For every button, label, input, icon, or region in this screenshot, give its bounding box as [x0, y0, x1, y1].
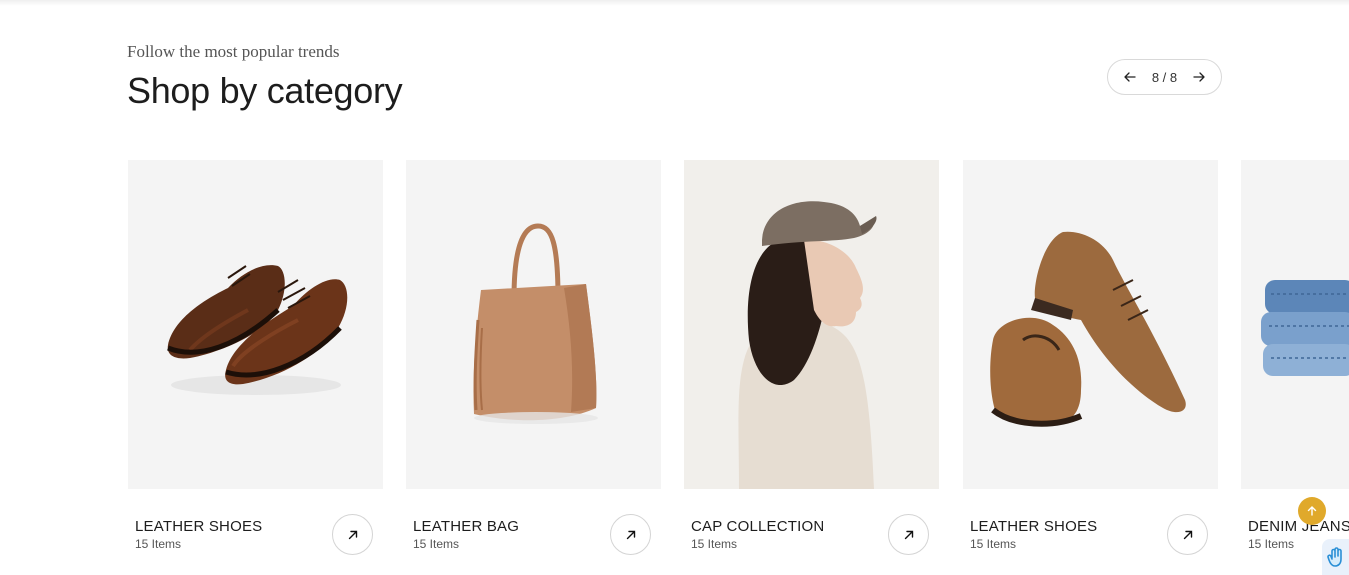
- category-image[interactable]: [1241, 160, 1349, 489]
- carousel-pager: 8 / 8: [1107, 59, 1222, 95]
- open-category-button[interactable]: [888, 514, 929, 555]
- chat-widget[interactable]: [1322, 539, 1349, 575]
- category-card[interactable]: LEATHER SHOES 15 Items: [963, 160, 1218, 575]
- section-title: Shop by category: [127, 70, 403, 111]
- arrow-up-icon: [1307, 506, 1317, 516]
- header-shadow: [0, 0, 1349, 6]
- category-image[interactable]: [406, 160, 661, 489]
- category-name[interactable]: LEATHER BAG: [413, 518, 519, 535]
- category-image[interactable]: [963, 160, 1218, 489]
- category-name[interactable]: LEATHER SHOES: [135, 518, 262, 535]
- category-card[interactable]: DENIM JEANS 15 Items: [1241, 160, 1349, 575]
- category-name[interactable]: CAP COLLECTION: [691, 518, 824, 535]
- pager-label: 8 / 8: [1151, 69, 1178, 85]
- category-count: 15 Items: [970, 537, 1017, 551]
- category-carousel: LEATHER SHOES 15 Items LEATHER BAG 15 It…: [0, 160, 1349, 575]
- category-card[interactable]: LEATHER BAG 15 Items: [406, 160, 661, 575]
- arrow-up-right-icon: [348, 530, 357, 539]
- open-category-button[interactable]: [610, 514, 651, 555]
- category-name[interactable]: DENIM JEANS: [1248, 518, 1349, 535]
- category-count: 15 Items: [135, 537, 182, 551]
- scroll-to-top-button[interactable]: [1298, 497, 1326, 525]
- category-card[interactable]: CAP COLLECTION 15 Items: [684, 160, 939, 575]
- category-image[interactable]: [684, 160, 939, 489]
- open-category-button[interactable]: [332, 514, 373, 555]
- arrow-up-right-icon: [1183, 530, 1192, 539]
- arrow-right-icon[interactable]: [1193, 72, 1205, 82]
- section-eyebrow: Follow the most popular trends: [127, 42, 340, 61]
- category-count: 15 Items: [1248, 537, 1295, 551]
- hand-icon: [1327, 547, 1342, 567]
- category-card[interactable]: LEATHER SHOES 15 Items: [128, 160, 383, 575]
- arrow-up-right-icon: [626, 530, 635, 539]
- arrow-left-icon[interactable]: [1124, 72, 1136, 82]
- open-category-button[interactable]: [1167, 514, 1208, 555]
- category-count: 15 Items: [691, 537, 738, 551]
- category-image[interactable]: [128, 160, 383, 489]
- category-name[interactable]: LEATHER SHOES: [970, 518, 1097, 535]
- category-count: 15 Items: [413, 537, 460, 551]
- arrow-up-right-icon: [904, 530, 913, 539]
